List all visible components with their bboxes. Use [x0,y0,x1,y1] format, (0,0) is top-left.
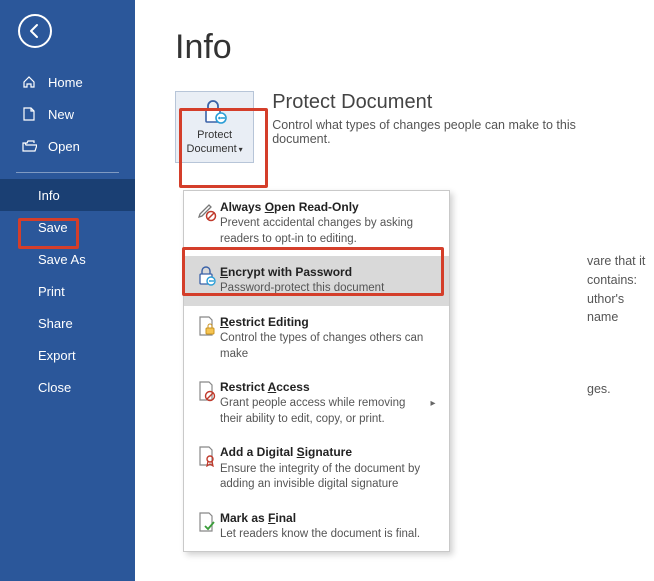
doc-check-icon [194,510,220,543]
menu-item-read-only[interactable]: Always Open Read-Only Prevent accidental… [184,191,449,256]
menu-item-desc: Let readers know the document is final. [220,527,439,543]
obscured-text-block-1: vare that it contains: uthor's name [587,252,654,327]
sidebar-separator [16,172,119,173]
home-icon [20,75,38,89]
menu-item-encrypt-password[interactable]: Encrypt with Password Password-protect t… [184,256,449,306]
menu-item-title: Always Open Read-Only [220,199,439,215]
dropdown-caret-icon: ▾ [239,145,243,154]
sidebar-item-info[interactable]: Info [0,179,135,211]
open-folder-icon [20,140,38,152]
menu-item-desc: Password-protect this document [220,281,439,297]
sidebar-item-export[interactable]: Export [0,339,135,371]
sidebar-item-label: Export [38,348,76,363]
doc-lock-icon [194,314,220,362]
menu-item-restrict-editing[interactable]: Restrict Editing Control the types of ch… [184,306,449,371]
sidebar-item-label: Home [48,75,83,90]
sidebar-item-label: Info [38,188,60,203]
sidebar-item-save[interactable]: Save [0,211,135,243]
menu-item-desc: Control the types of changes others can … [220,331,439,362]
sidebar-item-share[interactable]: Share [0,307,135,339]
sidebar-item-label: Close [38,380,71,395]
sidebar-item-label: Open [48,139,80,154]
menu-item-desc: Ensure the integrity of the document by … [220,462,439,493]
page-title: Info [175,28,634,67]
sidebar-item-print[interactable]: Print [0,275,135,307]
lock-key-icon [202,98,228,126]
sidebar-item-label: Save [38,220,68,235]
sidebar-item-label: Print [38,284,65,299]
sidebar-item-home[interactable]: Home [0,66,135,98]
protect-button-label-1: Protect [197,129,232,141]
protect-document-menu: Always Open Read-Only Prevent accidental… [183,190,450,552]
submenu-arrow-icon: ▸ [427,379,439,427]
sidebar-item-open[interactable]: Open [0,130,135,162]
protect-desc: Control what types of changes people can… [272,118,634,146]
protect-button-label-2: Document [187,143,237,155]
back-button[interactable] [18,14,52,48]
menu-item-title: Restrict Editing [220,314,439,330]
protect-heading: Protect Document [272,91,634,114]
menu-item-title: Mark as Final [220,510,439,526]
menu-item-mark-final[interactable]: Mark as Final Let readers know the docum… [184,502,449,552]
sidebar-item-label: Share [38,316,73,331]
sidebar-item-new[interactable]: New [0,98,135,130]
doc-ribbon-icon [194,444,220,492]
menu-item-title: Restrict Access [220,379,427,395]
menu-item-title: Add a Digital Signature [220,444,439,460]
new-doc-icon [20,107,38,121]
pencil-prohibit-icon [194,199,220,247]
sidebar-item-label: New [48,107,74,122]
backstage-sidebar: Home New Open Info Save Save As Print [0,0,135,581]
back-arrow-icon [27,23,43,39]
menu-item-title: Encrypt with Password [220,264,439,280]
protect-document-button[interactable]: Protect Document▾ [175,91,254,163]
menu-item-digital-signature[interactable]: Add a Digital Signature Ensure the integ… [184,436,449,501]
sidebar-item-save-as[interactable]: Save As [0,243,135,275]
menu-item-desc: Grant people access while removing their… [220,396,427,427]
obscured-text-block-2: ges. [587,380,611,399]
menu-item-restrict-access[interactable]: Restrict Access Grant people access whil… [184,371,449,436]
menu-item-desc: Prevent accidental changes by asking rea… [220,216,439,247]
sidebar-item-close[interactable]: Close [0,371,135,403]
lock-key-icon [194,264,220,297]
doc-prohibit-icon [194,379,220,427]
sidebar-item-label: Save As [38,252,86,267]
